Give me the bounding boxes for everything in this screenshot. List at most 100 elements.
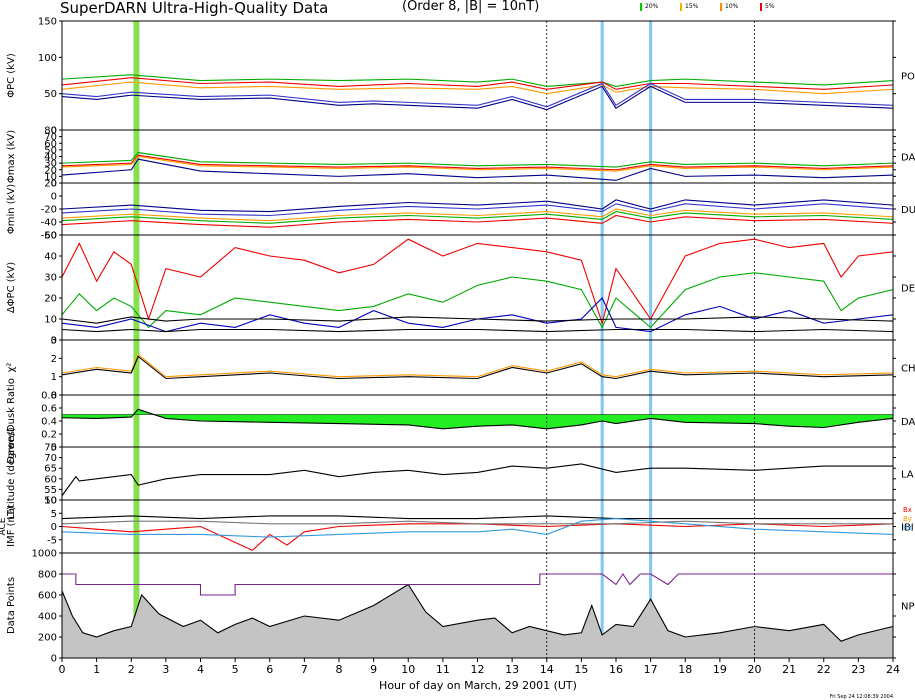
x-tick-label: 0: [59, 663, 66, 676]
y-tick-label: 1: [51, 372, 57, 383]
y-tick-label: 30: [44, 273, 57, 284]
y-tick-label: 0: [51, 654, 57, 665]
panel-right-label: DE: [901, 284, 915, 295]
y-tick-label: 0.8: [41, 391, 57, 402]
series-line: [61, 74, 894, 87]
series-line: [61, 238, 894, 326]
imf-component-label: By: [903, 515, 912, 523]
y-tick-label: 60: [44, 474, 57, 485]
timestamp: Fri Sep 24 12:08:39 2004: [830, 694, 893, 700]
x-tick-label: 15: [574, 663, 588, 676]
x-tick-label: 9: [370, 663, 377, 676]
x-tick-label: 16: [609, 663, 623, 676]
panel-frame: [61, 234, 894, 341]
y-axis-label-secondary: ACE: [0, 517, 8, 535]
y-tick-label: 10: [44, 315, 57, 326]
y-axis-label: Data Points: [6, 577, 17, 634]
panel-right-label: NP: [901, 602, 915, 613]
y-tick-label: 80: [44, 126, 57, 137]
y-tick-label: 100: [38, 53, 57, 64]
panel-right-label: DAY: [901, 417, 915, 428]
y-tick-label: 1000: [32, 549, 57, 560]
x-tick-label: 7: [301, 663, 308, 676]
y-axis-label: Φmax (kV): [6, 130, 17, 183]
x-tick-label: 22: [817, 663, 831, 676]
y-tick-label: 40: [44, 252, 57, 263]
x-tick-label: 2: [128, 663, 135, 676]
x-tick-label: 4: [197, 663, 204, 676]
series-line: [61, 523, 894, 552]
panel-right-label: DU: [901, 205, 915, 216]
series-line: [61, 316, 894, 324]
x-tick-label: 11: [436, 663, 450, 676]
x-tick-label: 23: [851, 663, 865, 676]
x-tick-label: 6: [266, 663, 273, 676]
y-axis-label: χ²: [6, 363, 17, 373]
imf-component-label: Bz: [903, 524, 912, 532]
panel-fill-area: [62, 584, 893, 658]
series-line: [61, 297, 894, 333]
y-tick-label: 70: [44, 453, 57, 464]
x-tick-label: 5: [232, 663, 239, 676]
x-tick-label: 3: [162, 663, 169, 676]
y-tick-label: 20: [44, 294, 57, 305]
panel-right-label: DAY: [901, 153, 915, 164]
y-tick-label: 3: [51, 336, 57, 347]
stacked-time-series-chart: 050100150ΦPC (kV) PO01020304050607080Φmax…: [0, 17, 915, 700]
x-tick-label: 24: [886, 663, 900, 676]
series-line: [61, 328, 894, 333]
y-axis-label: ΦPC (kV): [6, 53, 17, 98]
y-tick-label: 55: [44, 485, 57, 496]
panel-frame: [61, 339, 894, 396]
y-tick-label: 10: [44, 496, 57, 507]
x-tick-label: 13: [505, 663, 519, 676]
y-tick-label: 65: [44, 464, 57, 475]
y-tick-label: 50: [44, 231, 57, 242]
y-tick-label: -5: [47, 535, 57, 546]
y-tick-label: 800: [38, 570, 57, 581]
y-tick-label: 20: [44, 179, 57, 190]
x-tick-label: 18: [678, 663, 692, 676]
y-tick-label: 50: [44, 89, 57, 100]
y-tick-label: 75: [44, 443, 57, 454]
series-line: [61, 151, 894, 168]
x-tick-label: 8: [336, 663, 343, 676]
y-axis-label: Latitude (degrees): [6, 427, 17, 519]
panel-frame: [61, 446, 894, 501]
y-axis-label: Φmin (kV): [6, 184, 17, 234]
x-tick-label: 10: [401, 663, 415, 676]
y-tick-label: -20: [41, 205, 57, 216]
panel-frame: [61, 499, 894, 554]
y-tick-label: 5: [51, 509, 57, 520]
panel-frame: [61, 20, 894, 131]
x-tick-label: 1: [93, 663, 100, 676]
y-tick-label: -40: [41, 218, 57, 229]
y-tick-label: 0: [51, 522, 57, 533]
y-tick-label: 150: [38, 17, 57, 28]
y-tick-label: 600: [38, 591, 57, 602]
x-tick-label: 12: [471, 663, 485, 676]
panel-right-label: CH: [901, 364, 915, 375]
series-line: [61, 515, 893, 520]
series-line: [61, 81, 894, 95]
y-axis-label: ΔΦPC (kV): [6, 262, 17, 313]
x-tick-label: 17: [644, 663, 658, 676]
series-line: [61, 199, 894, 213]
x-tick-label: 20: [748, 663, 762, 676]
y-tick-label: 0: [51, 192, 57, 203]
y-tick-label: 0.6: [41, 404, 57, 415]
x-tick-label: 14: [540, 663, 554, 676]
series-line: [61, 208, 894, 222]
y-tick-label: 200: [38, 633, 57, 644]
x-axis-label: Hour of day on March, 29 2001 (UT): [379, 679, 577, 692]
panel-right-label: PO: [901, 72, 915, 83]
series-line: [61, 520, 893, 525]
y-tick-label: 0.2: [41, 430, 57, 441]
y-tick-label: 0.4: [41, 417, 57, 428]
y-tick-label: 400: [38, 612, 57, 623]
y-tick-label: 2: [51, 354, 57, 365]
panel-right-label: LA: [901, 470, 914, 481]
series-line: [62, 573, 893, 596]
x-tick-label: 21: [782, 663, 796, 676]
x-tick-label: 19: [713, 663, 727, 676]
